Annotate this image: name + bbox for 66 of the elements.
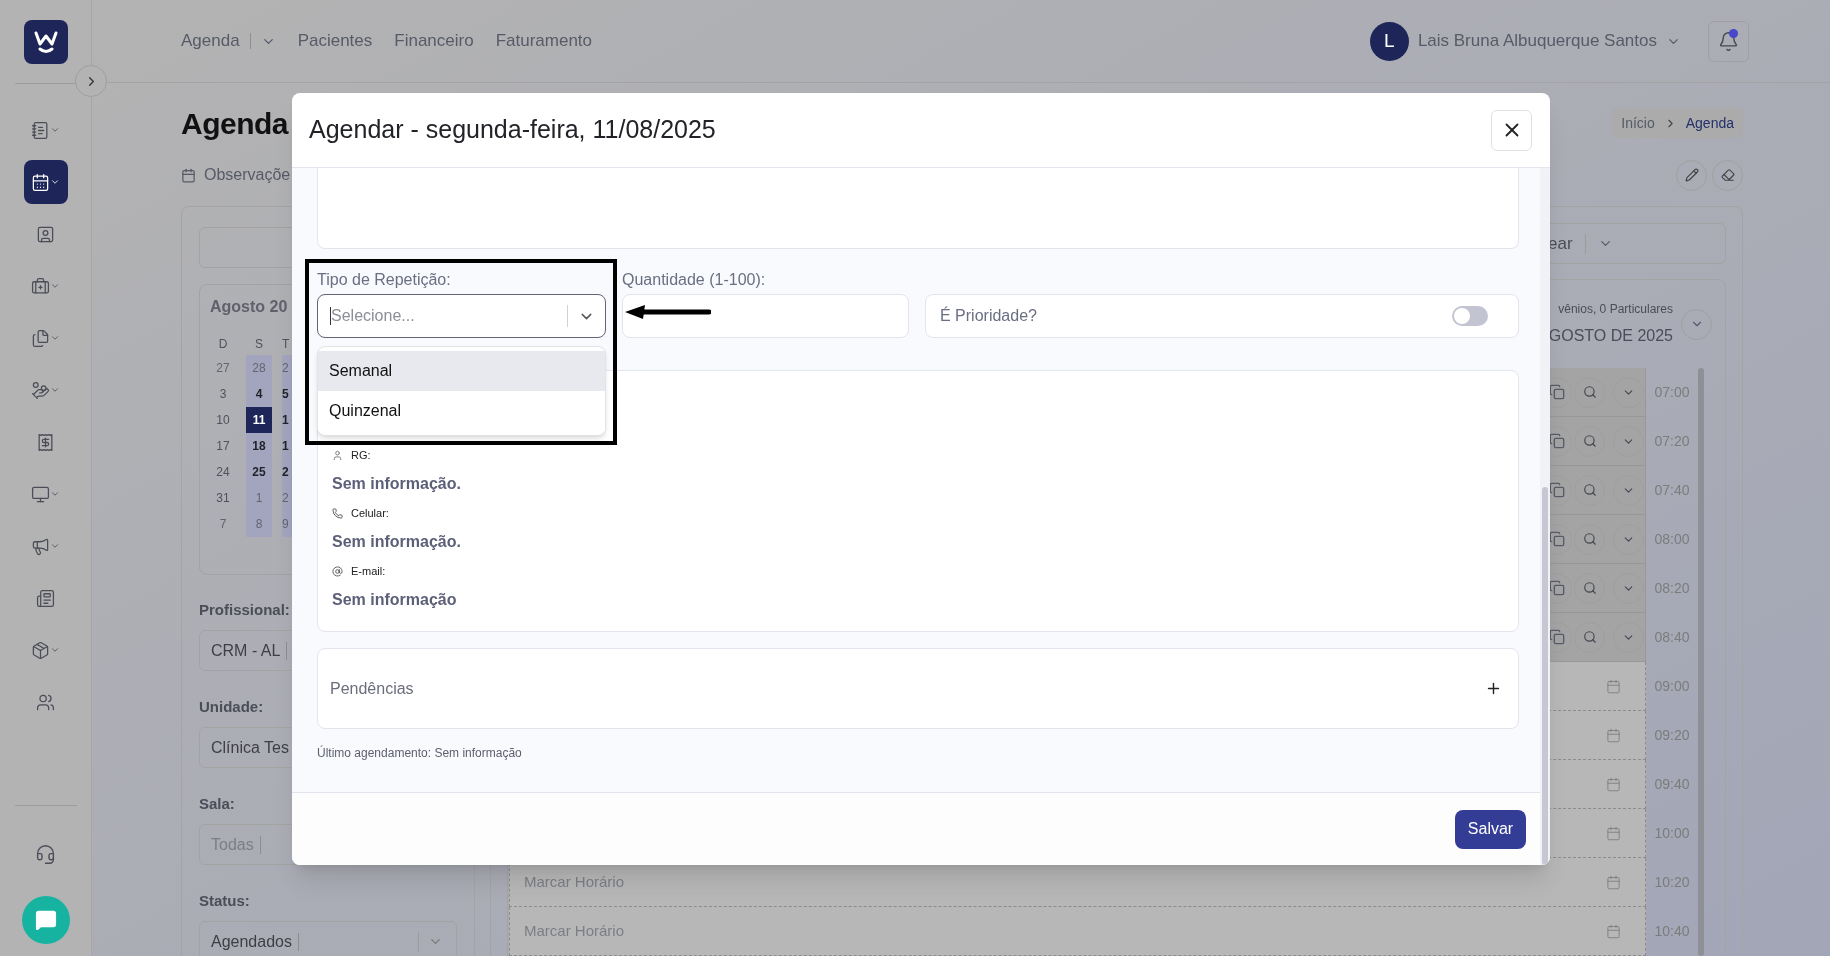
calendar-day[interactable]: 11	[246, 407, 272, 433]
notes-link[interactable]: Observaçõe	[204, 163, 291, 187]
time-slot[interactable]: Marcar Horário	[509, 907, 1646, 956]
calendar-day[interactable]: 18	[246, 433, 272, 459]
info-label: RG:	[351, 447, 371, 463]
dropdown-option[interactable]: Quinzenal	[318, 391, 605, 431]
info-value: Sem informação	[332, 590, 457, 610]
slot-label: Marcar Horário	[524, 871, 625, 892]
pendencies-panel[interactable]: Pendências	[317, 648, 1519, 729]
calendar-month: Agosto 20	[210, 297, 288, 317]
calendar-day[interactable]: 28	[246, 355, 272, 381]
calendar-day[interactable]: 3	[210, 381, 236, 407]
slot-label: Marcar Horário	[524, 920, 625, 941]
last-appointment: Último agendamento: Sem informação	[317, 744, 523, 762]
calendar-day[interactable]: 25	[246, 459, 272, 485]
calendar-day[interactable]: 8	[246, 511, 272, 537]
slot-time: 08:20	[1653, 579, 1691, 598]
slot-time: 07:20	[1653, 432, 1691, 451]
breadcrumb-link[interactable]: Início	[1621, 112, 1655, 134]
page-title: Agenda	[181, 105, 288, 142]
info-label: Celular:	[351, 505, 389, 521]
field-label: Unidade:	[199, 697, 264, 717]
user-name[interactable]: Lais Bruna Albuquerque Santos	[1417, 28, 1657, 54]
slot-time: 07:40	[1653, 481, 1691, 500]
info-value: Sem informação.	[332, 474, 461, 494]
schedule-date: GOSTO DE 2025	[1548, 326, 1673, 346]
dropdown-option[interactable]: Semanal	[318, 351, 605, 391]
weekday-label: S	[254, 336, 264, 353]
slot-time: 07:00	[1653, 383, 1691, 402]
save-button[interactable]: Salvar	[1455, 809, 1526, 849]
weekday-label: T	[282, 336, 291, 353]
field-label: Profissional:	[199, 600, 290, 620]
calendar-day[interactable]: 31	[210, 485, 236, 511]
slot-time: 10:40	[1653, 922, 1691, 941]
nav-link[interactable]: Pacientes	[297, 28, 373, 54]
slot-time: 09:20	[1653, 726, 1691, 745]
slot-time: 10:00	[1653, 824, 1691, 843]
nav-link[interactable]: Faturamento	[495, 28, 593, 54]
calendar-day[interactable]: 4	[246, 381, 272, 407]
field-label: Status:	[199, 891, 250, 911]
calendar-day[interactable]: 10	[210, 407, 236, 433]
calendar-day[interactable]: 17	[210, 433, 236, 459]
appointment-summary: vênios, 0 Particulares	[1558, 301, 1673, 318]
slot-time: 08:40	[1653, 628, 1691, 647]
info-label: E-mail:	[351, 563, 386, 579]
field-label: Sala:	[199, 794, 235, 814]
nav-link[interactable]: Financeiro	[394, 28, 474, 54]
calendar-day[interactable]: 7	[210, 511, 236, 537]
select-field[interactable]: Selecione...	[317, 294, 606, 338]
slot-time: 10:20	[1653, 873, 1691, 892]
dialog-title: Agendar - segunda-feira, 11/08/2025	[309, 114, 716, 146]
slot-time: 09:00	[1653, 677, 1691, 696]
calendar-day[interactable]: 1	[246, 485, 272, 511]
slot-time: 09:40	[1653, 775, 1691, 794]
calendar-day[interactable]: 27	[210, 355, 236, 381]
slot-time: 08:00	[1653, 530, 1691, 549]
info-value: Sem informação.	[332, 532, 461, 552]
field-label: Tipo de Repetição:	[317, 270, 452, 290]
weekday-label: D	[217, 336, 229, 353]
priority-field[interactable]: É Prioridade?	[925, 294, 1519, 338]
breadcrumb-link[interactable]: Agenda	[1685, 112, 1734, 134]
field-label: Quantidade (1-100):	[622, 270, 767, 290]
calendar-day[interactable]: 24	[210, 459, 236, 485]
nav-link[interactable]: Agenda	[181, 28, 276, 54]
avatar[interactable]: L	[1369, 21, 1409, 61]
select-field[interactable]: Agendados	[199, 921, 457, 956]
